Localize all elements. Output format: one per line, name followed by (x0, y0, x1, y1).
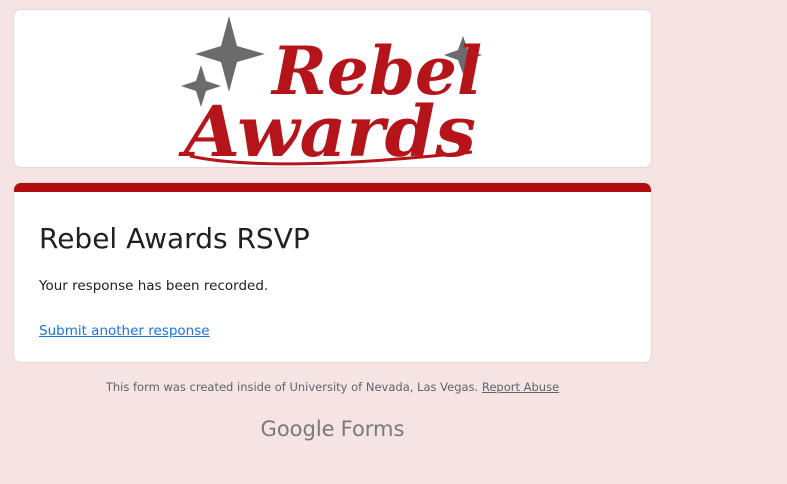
confirmation-card: Rebel Awards RSVP Your response has been… (13, 182, 652, 363)
report-abuse-link[interactable]: Report Abuse (482, 380, 559, 394)
rebel-awards-logo: Rebel Awards (178, 16, 482, 167)
google-forms-logo[interactable]: Google Forms (13, 414, 652, 444)
header-banner: Rebel Awards (13, 9, 652, 168)
google-wordmark: Google (260, 417, 335, 441)
footer-note: This form was created inside of Universi… (13, 379, 652, 395)
form-page: Rebel Awards Rebel Awards RSVP Your resp… (0, 0, 787, 484)
card-accent-bar (14, 183, 651, 192)
form-title: Rebel Awards RSVP (39, 222, 310, 255)
submit-another-response-link[interactable]: Submit another response (39, 321, 210, 341)
created-inside-note: This form was created inside of Universi… (105, 380, 482, 394)
confirmation-message: Your response has been recorded. (39, 278, 269, 294)
forms-wordmark: Forms (340, 417, 405, 441)
